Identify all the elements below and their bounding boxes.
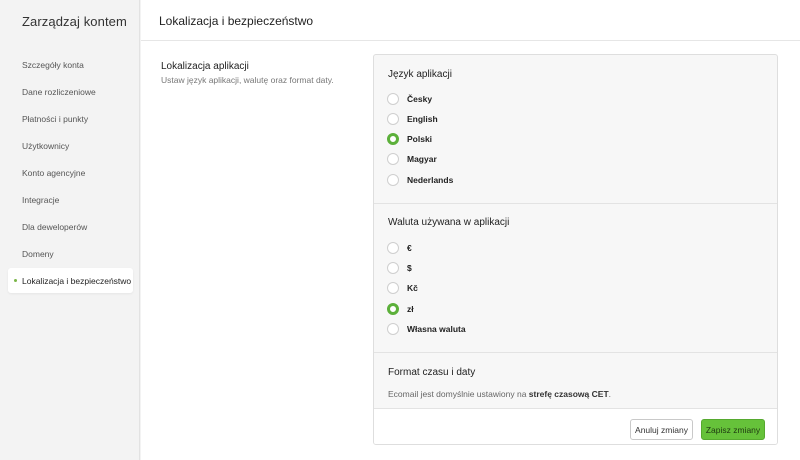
format-group-title: Format czasu i daty <box>388 367 476 378</box>
radio-label: Kč <box>407 283 418 293</box>
radio-label: Nederlands <box>407 175 454 185</box>
radio-label: Magyar <box>407 154 437 164</box>
currency-option-dollar[interactable]: $ <box>387 260 607 276</box>
radio-button[interactable] <box>387 174 399 186</box>
main-content: Lokalizacja i bezpieczeństwo Lokalizacja… <box>141 0 800 460</box>
timezone-description: Ecomail jest domyślnie ustawiony na stre… <box>388 389 611 399</box>
language-option-english[interactable]: English <box>387 111 607 127</box>
currency-option-custom[interactable]: Własna waluta <box>387 321 607 337</box>
sidebar-item-integrations[interactable]: Integracje <box>8 187 133 212</box>
sidebar-item-payments-points[interactable]: Płatności i punkty <box>8 106 133 131</box>
cancel-button[interactable]: Anuluj zmiany <box>630 419 693 440</box>
page-header: Lokalizacja i bezpieczeństwo <box>141 0 800 41</box>
sidebar-item-developers[interactable]: Dla deweloperów <box>8 214 133 239</box>
sidebar-item-label: Konto agencyjne <box>22 167 86 178</box>
radio-button[interactable] <box>387 262 399 274</box>
radio-button[interactable] <box>387 113 399 125</box>
sidebar-item-account-details[interactable]: Szczegóły konta <box>8 52 133 77</box>
section-title: Lokalizacja aplikacji <box>161 61 249 72</box>
sidebar-item-label: Szczegóły konta <box>22 59 84 70</box>
section-description: Ustaw język aplikacji, walutę oraz forma… <box>161 75 334 85</box>
sidebar-item-label: Lokalizacja i bezpieczeństwo <box>22 275 132 286</box>
sidebar-item-label: Użytkownicy <box>22 140 70 151</box>
currency-option-euro[interactable]: € <box>387 240 607 256</box>
timezone-text-end: . <box>608 389 612 399</box>
radio-button-checked[interactable] <box>387 303 399 315</box>
radio-button[interactable] <box>387 93 399 105</box>
language-group-title: Język aplikacji <box>388 69 452 80</box>
radio-label: Własna waluta <box>407 324 466 334</box>
radio-label: $ <box>407 263 412 273</box>
language-option-polski[interactable]: Polski <box>387 131 607 147</box>
sidebar-item-label: Domeny <box>22 248 54 259</box>
radio-label: € <box>407 243 412 253</box>
sidebar-item-label: Płatności i punkty <box>22 113 89 124</box>
group-divider <box>374 352 777 353</box>
sidebar-item-localization-security[interactable]: Lokalizacja i bezpieczeństwo <box>8 268 133 293</box>
save-button[interactable]: Zapisz zmiany <box>701 419 765 440</box>
group-divider <box>374 203 777 204</box>
language-option-magyar[interactable]: Magyar <box>387 151 607 167</box>
radio-button[interactable] <box>387 282 399 294</box>
radio-button[interactable] <box>387 153 399 165</box>
sidebar-item-label: Dane rozliczeniowe <box>22 86 96 97</box>
language-option-cesky[interactable]: Česky <box>387 91 607 107</box>
sidebar-item-billing-data[interactable]: Dane rozliczeniowe <box>8 79 133 104</box>
radio-label: Polski <box>407 134 433 144</box>
sidebar-item-label: Integracje <box>22 194 60 205</box>
timezone-text: Ecomail jest domyślnie ustawiony na <box>388 389 529 399</box>
sidebar-title: Zarządzaj kontem <box>22 14 127 29</box>
radio-button-checked[interactable] <box>387 133 399 145</box>
timezone-value: strefę czasową CET <box>528 389 609 399</box>
sidebar-item-users[interactable]: Użytkownicy <box>8 133 133 158</box>
sidebar-item-domains[interactable]: Domeny <box>8 241 133 266</box>
radio-label: zł <box>407 304 414 314</box>
sidebar-item-label: Dla deweloperów <box>22 221 88 232</box>
radio-label: Česky <box>407 94 433 104</box>
sidebar: Zarządzaj kontem Szczegóły konta Dane ro… <box>0 0 140 460</box>
settings-card: Język aplikacji Česky English Polski Mag… <box>373 54 778 445</box>
language-option-nederlands[interactable]: Nederlands <box>387 172 607 188</box>
currency-option-czk[interactable]: Kč <box>387 280 607 296</box>
radio-label: English <box>407 114 438 124</box>
currency-group-title: Waluta używana w aplikacji <box>388 217 510 228</box>
radio-button[interactable] <box>387 242 399 254</box>
page-title: Lokalizacja i bezpieczeństwo <box>159 14 314 28</box>
currency-option-pln[interactable]: zł <box>387 301 607 317</box>
card-footer: Anuluj zmiany Zapisz zmiany <box>374 409 777 444</box>
active-indicator-dot <box>14 279 17 282</box>
sidebar-item-agency-account[interactable]: Konto agencyjne <box>8 160 133 185</box>
radio-button[interactable] <box>387 323 399 335</box>
